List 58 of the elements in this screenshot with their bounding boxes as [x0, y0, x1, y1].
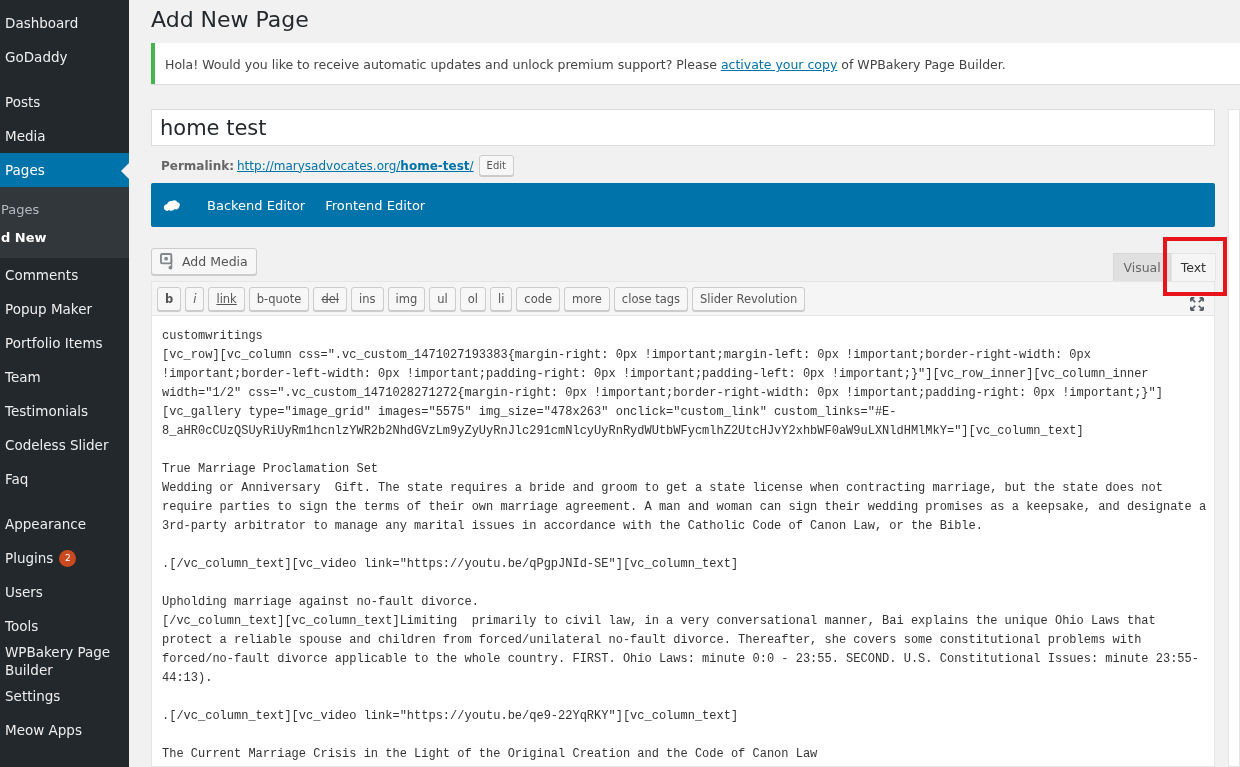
- menu-item[interactable]: WPBakery Page Builder: [0, 643, 129, 679]
- menu-item[interactable]: Comments: [0, 258, 129, 292]
- format-button[interactable]: b: [157, 287, 182, 311]
- submenu-item[interactable]: Pages: [0, 196, 129, 224]
- menu-item[interactable]: Media: [0, 119, 129, 153]
- add-media-button[interactable]: Add Media: [151, 248, 257, 275]
- menu-item[interactable]: Settings: [0, 679, 129, 713]
- format-button[interactable]: close tags: [613, 287, 688, 311]
- editor-paragraph: .[/vc_column_text][vc_video link="https://youtu.be/qPgpJNId-SE"][vc_column_text]: [162, 556, 740, 573]
- text-editor[interactable]: [151, 316, 1215, 767]
- format-button[interactable]: i: [185, 287, 205, 311]
- format-button[interactable]: code: [516, 287, 561, 311]
- editor-paragraph: customwritings [vc_row][vc_column css=".vc_custom_1471027193383{margin-right: 0px !important;margin-left: 0px !important;border-right-width: 0px !important;border-left-width: 0px !important;padding-right: 0px !important;padding-left: 0px !important;}"][vc_row_inner][vc_column_inner width="1/2" css=".vc_custom_1471028271272{margin-right: 0px !important;border-right-width: 0px !important;padding-right: 0px !important;}"] [vc_gallery type="image_grid" images="5575" img_size="478x263" onclick="custom_link" custom_links="#E- 8_aHR0cCUzQSUyRiUyRm1hcnlzYWR2b2NhdGVzLm9yZyUyRnJlc291cmNlcyUyRnRydWUtbWFycmlhZ2UtcHJvY2xhbWF0aW9uLXNldHMlMkY="][vc_column_text]: [162, 328, 1164, 440]
- menu-item[interactable]: Codeless Slider: [0, 428, 129, 462]
- page-title: Add New Page: [151, 6, 310, 34]
- format-button[interactable]: ins: [351, 287, 384, 311]
- editor-mode-button[interactable]: Backend Editor: [197, 197, 316, 213]
- menu-item[interactable]: Faq: [0, 462, 129, 496]
- permalink-label: Permalink:: [161, 158, 234, 173]
- menu-item[interactable]: Tools: [0, 609, 129, 643]
- menu-item[interactable]: Team: [0, 360, 129, 394]
- menu-item[interactable]: Dashboard: [0, 6, 129, 40]
- format-button[interactable]: li: [489, 287, 513, 311]
- submenu-item[interactable]: d New: [0, 224, 129, 252]
- menu-item[interactable]: Meow Apps: [0, 713, 129, 747]
- menu-item[interactable]: GoDaddy: [0, 40, 129, 74]
- edit-button[interactable]: Edit: [478, 155, 514, 176]
- menu-item[interactable]: Posts: [0, 85, 129, 119]
- format-button[interactable]: more: [564, 287, 610, 311]
- permalink-link[interactable]: http://marysadvocates.org/home-test/: [237, 158, 474, 173]
- format-button[interactable]: ol: [459, 287, 486, 311]
- editor-paragraph: .[/vc_column_text][vc_video link="https://youtu.be/qe9-22YqRKY"][vc_column_text]: [162, 708, 740, 725]
- title-field[interactable]: home test: [151, 109, 1215, 146]
- format-button[interactable]: b-quote: [248, 287, 310, 311]
- editor-mode-button[interactable]: Frontend Editor: [315, 197, 436, 213]
- highlight-frame: [1163, 237, 1227, 296]
- editor-paragraph: The Current Marriage Crisis in the Light of the Original Creation and the Code of Canon Law: [162, 746, 819, 763]
- menu-item[interactable]: Testimonials: [0, 394, 129, 428]
- notice-text: Hola! Would you like to receive automatic updates and unlock premium support? Please activate your copy of WPBakery Page Builder.: [165, 57, 1006, 72]
- fullscreen-icon[interactable]: [1190, 297, 1204, 311]
- cloud-icon: [163, 197, 181, 213]
- format-button[interactable]: del: [313, 287, 348, 311]
- count-badge: 2: [59, 549, 77, 567]
- format-button[interactable]: Slider Revolution: [692, 287, 806, 311]
- menu-item[interactable]: Plugins 2: [0, 541, 129, 575]
- menu-item[interactable]: Portfolio Items: [0, 326, 129, 360]
- menu-item[interactable]: Users: [0, 575, 129, 609]
- format-button[interactable]: img: [387, 287, 426, 311]
- menu-item[interactable]: Pages: [0, 153, 129, 187]
- activate-link[interactable]: activate your copy: [720, 57, 838, 72]
- format-button[interactable]: link: [208, 287, 245, 311]
- menu-item[interactable]: Popup Maker: [0, 292, 129, 326]
- editor-tab[interactable]: Visual: [1113, 253, 1171, 281]
- editor-paragraph: True Marriage Proclamation Set Wedding or Anniversary Gift. The state requires a bride and groom to get a state license when contracting marriage, but the state does not require parties to sign the terms of their own marriage agreement. A man and woman can sign their wedding promises as a keepsake, and designate a 3rd-party arbitrator to manage any marital issues in accordance with the Catholic Code of Canon Law, or the Bible.: [162, 461, 1204, 535]
- menu-item[interactable]: Appearance: [0, 507, 129, 541]
- editor-tab[interactable]: Text: [1170, 253, 1216, 281]
- format-button[interactable]: ul: [429, 287, 456, 311]
- editor-paragraph: Upholding marriage against no-fault divorce. [/vc_column_text][vc_column_text]Limiting primarily to civil law, in a very conversational manner, Bai explains the unique Ohio Laws that protect a reliable spouse and children from forced/unilateral no-fault divorce. Thereafter, she covers some constitutional problems with forced/no-fault divorce applicable to the whole country. FIRST. Ohio Laws: minute 0:0 - 23:55. SECOND. U.S. Constitutional Issues: minute 23:55- 44:13).: [162, 594, 1200, 687]
